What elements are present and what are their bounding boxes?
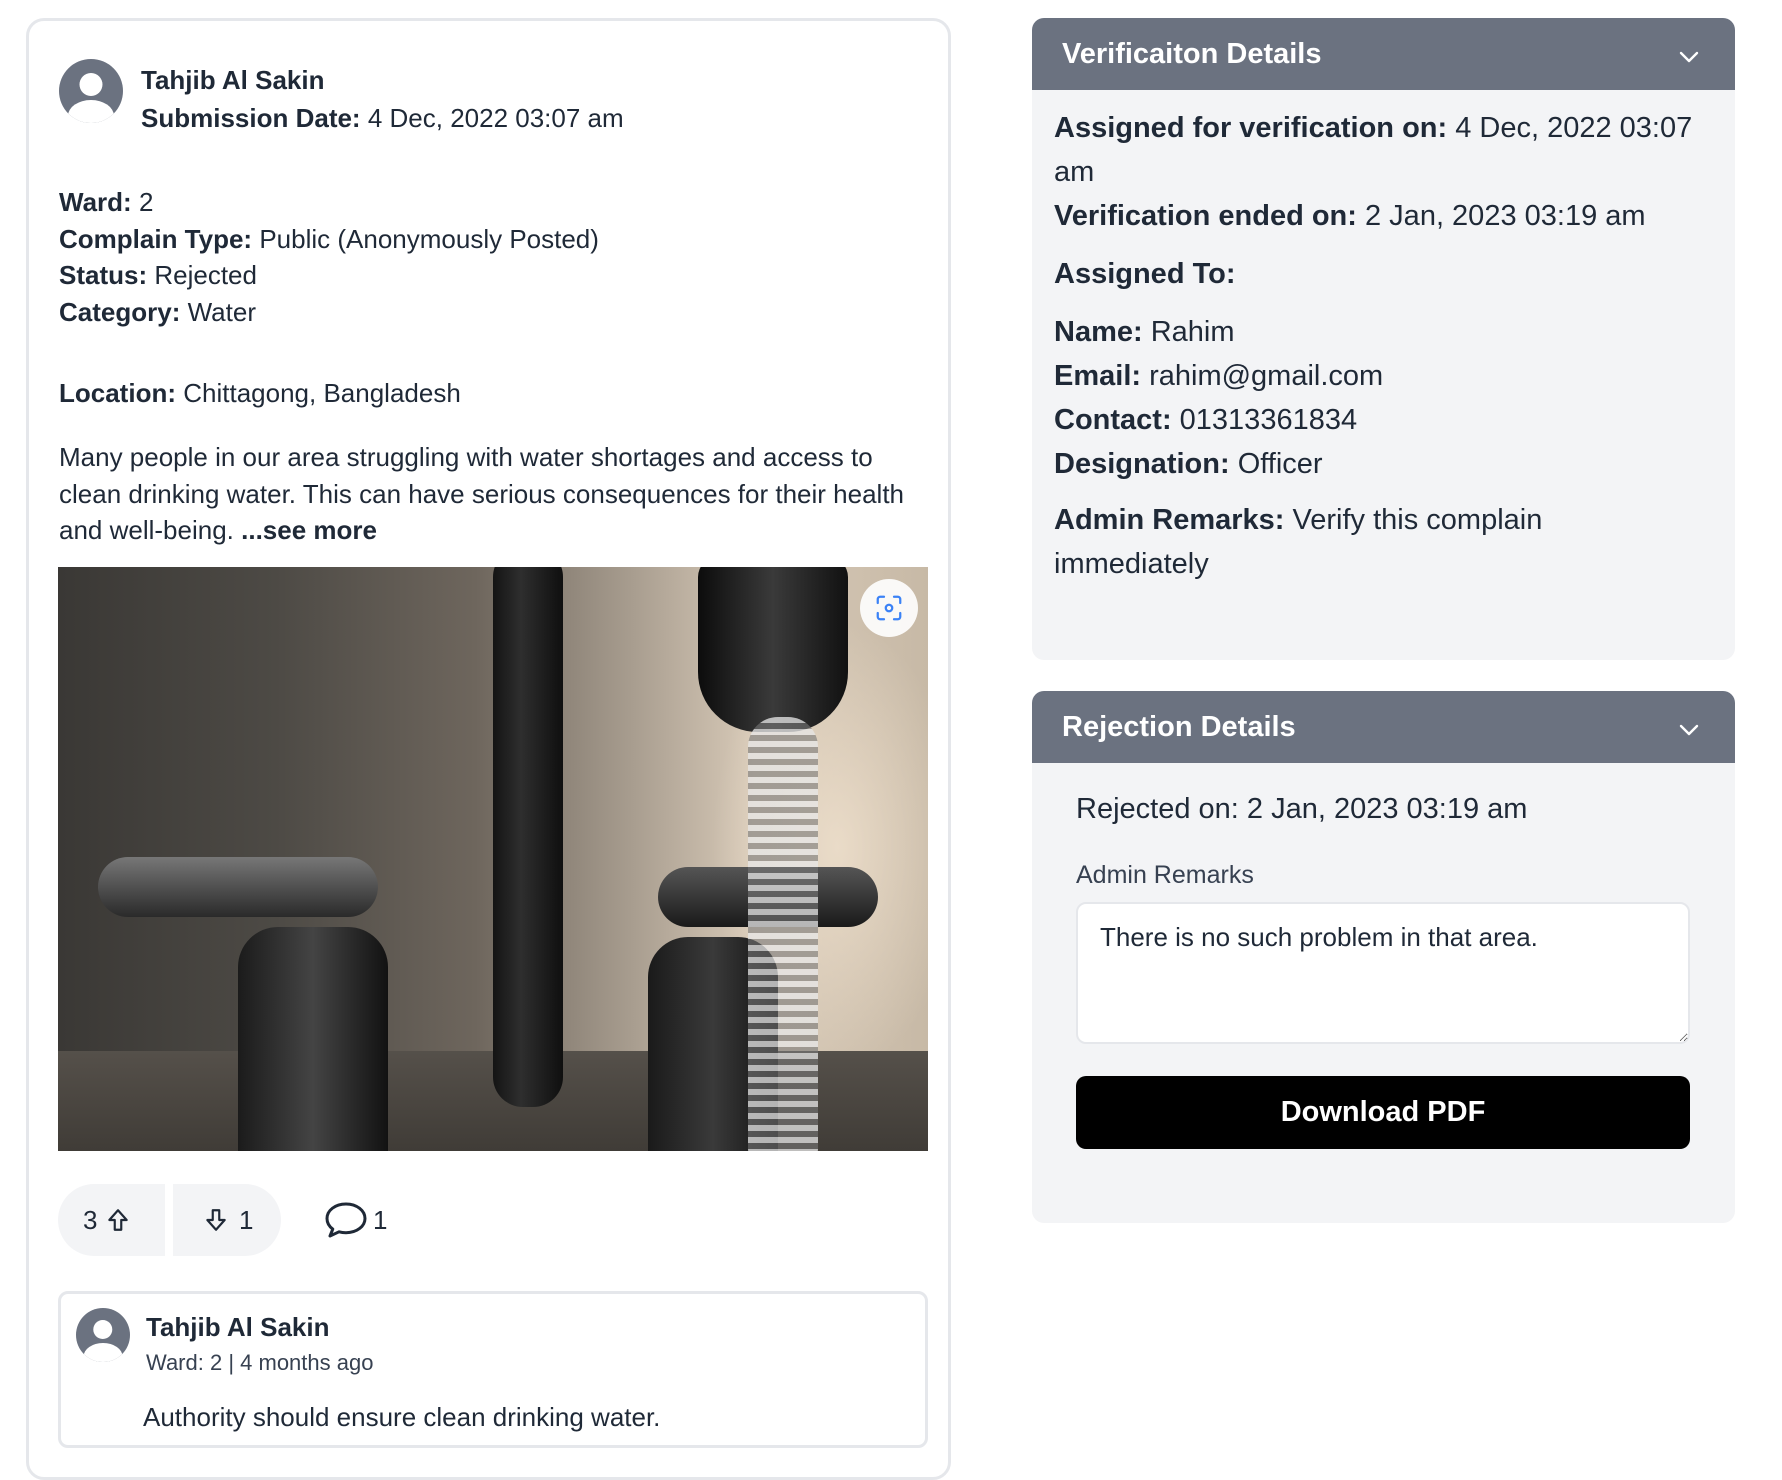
see-more-link[interactable]: ...see more: [241, 515, 377, 545]
downvote-count: 1: [239, 1204, 254, 1235]
status-field: Status: Rejected: [59, 260, 257, 290]
rejection-details-header[interactable]: Rejection Details: [1032, 691, 1735, 763]
verification-details-header[interactable]: Verificaiton Details: [1032, 18, 1735, 90]
comment-count: 1: [373, 1204, 388, 1235]
comment-meta: Ward: 2 | 4 months ago: [146, 1350, 374, 1375]
assigned-on-field: Assigned for verification on: 4 Dec, 202…: [1054, 112, 1693, 188]
comment-text: Authority should ensure clean drinking w…: [143, 1402, 661, 1432]
user-avatar-icon: [59, 59, 123, 123]
rejection-details-title: Rejection Details: [1062, 710, 1296, 743]
post-author: Tahjib Al Sakin Submission Date: 4 Dec, …: [59, 59, 624, 137]
verification-details-body: Assigned for verification on: 4 Dec, 202…: [1032, 90, 1735, 602]
assignee-name: Name: Rahim: [1054, 316, 1235, 348]
rejection-details-panel: Rejection Details Rejected on: 2 Jan, 20…: [1032, 691, 1735, 1223]
ward-field: Ward: 2: [59, 187, 154, 217]
chevron-down-icon: [1679, 51, 1699, 63]
assignee-email: Email: rahim@gmail.com: [1054, 360, 1384, 392]
assignee-designation: Designation: Officer: [1054, 448, 1323, 480]
category-field: Category: Water: [59, 296, 256, 327]
verification-details-title: Verificaiton Details: [1062, 37, 1322, 70]
rejection-details-body: Rejected on: 2 Jan, 2023 03:19 am Admin …: [1032, 763, 1735, 1149]
complain-type-field: Complain Type: Public (Anonymously Poste…: [59, 223, 599, 254]
comment-item: Tahjib Al Sakin Ward: 2 | 4 months ago A…: [58, 1291, 928, 1448]
admin-remarks-label: Admin Remarks: [1076, 861, 1254, 889]
admin-remarks-textarea[interactable]: There is no such problem in that area.: [1076, 902, 1690, 1044]
comment-author: Tahjib Al Sakin: [146, 1312, 330, 1342]
assigned-to-heading: Assigned To:: [1054, 258, 1236, 290]
upvote-count: 3: [83, 1204, 98, 1235]
rejected-on: Rejected on: 2 Jan, 2023 03:19 am: [1076, 793, 1528, 825]
verification-details-panel: Verificaiton Details Assigned for verifi…: [1032, 18, 1735, 660]
post-actions: 3 1 1: [58, 1184, 387, 1256]
complaint-info: Ward: 2 Complain Type: Public (Anonymous…: [59, 184, 599, 330]
focus-scan-icon[interactable]: [860, 579, 918, 637]
download-pdf-button[interactable]: Download PDF: [1076, 1076, 1690, 1149]
complaint-photo[interactable]: [58, 567, 928, 1151]
user-avatar-icon: [76, 1308, 130, 1362]
comments-button[interactable]: 1: [323, 1200, 387, 1240]
assignee-contact: Contact: 01313361834: [1054, 404, 1358, 436]
complaint-description: Many people in our area struggling with …: [59, 442, 905, 545]
downvote-button[interactable]: 1: [173, 1184, 281, 1256]
complaint-card: Tahjib Al Sakin Submission Date: 4 Dec, …: [26, 18, 951, 1480]
location-field: Location: Chittagong, Bangladesh: [59, 378, 461, 408]
verification-admin-remarks: Admin Remarks: Verify this complain imme…: [1054, 504, 1543, 580]
comment-icon: [325, 1202, 367, 1238]
ended-on-field: Verification ended on: 2 Jan, 2023 03:19…: [1054, 200, 1646, 232]
chevron-down-icon: [1679, 724, 1699, 736]
arrow-up-icon: [108, 1209, 129, 1231]
author-name: Tahjib Al Sakin: [141, 65, 325, 95]
arrow-down-icon: [206, 1209, 226, 1231]
upvote-button[interactable]: 3: [58, 1184, 165, 1256]
submission-date: Submission Date: 4 Dec, 2022 03:07 am: [141, 103, 624, 133]
